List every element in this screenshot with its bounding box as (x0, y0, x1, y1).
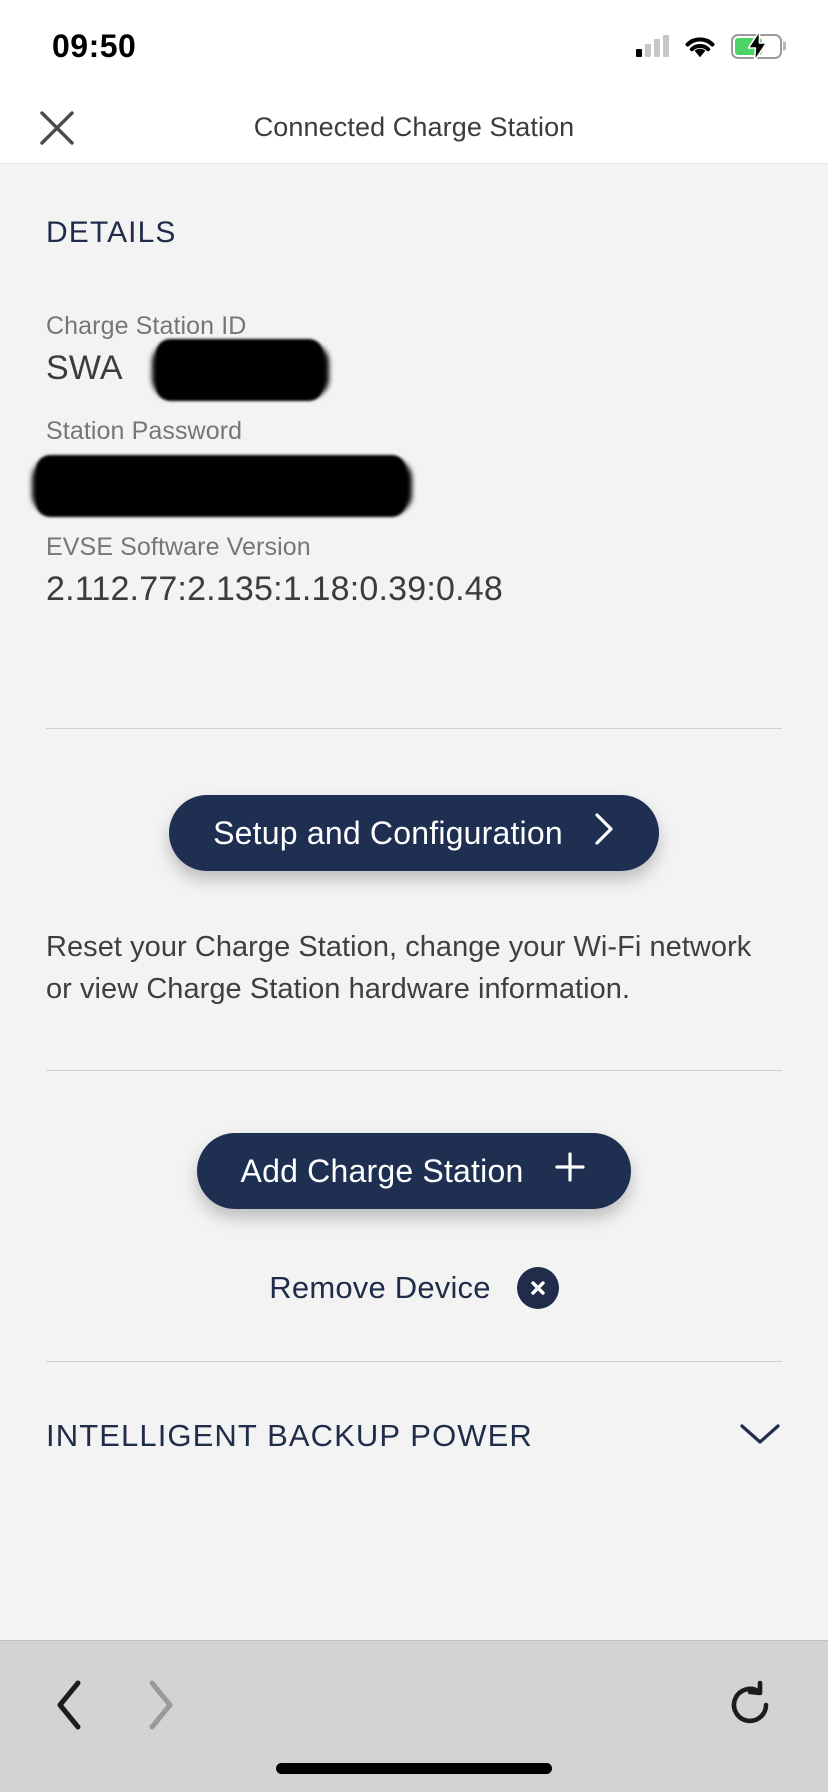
setup-helper-text: Reset your Charge Station, change your W… (46, 931, 752, 1005)
status-bar: 09:50 (0, 0, 828, 92)
status-bar-icons (636, 31, 782, 61)
redaction-block (36, 455, 406, 517)
setup-button-label: Setup and Configuration (213, 814, 563, 851)
add-charge-station-button[interactable]: Add Charge Station (196, 1133, 632, 1210)
circle-x-icon (516, 1267, 559, 1310)
details-section-title: DETAILS (46, 216, 177, 249)
redaction-block (156, 338, 323, 401)
battery-charging-icon (731, 31, 782, 61)
add-charge-station-label: Add Charge Station (240, 1152, 524, 1189)
field-value-container: SWA (46, 338, 323, 401)
browser-navigation-bar (0, 1640, 828, 1792)
main-content: DETAILS Charge Station ID SWA Station Pa… (0, 164, 828, 1640)
chevron-right-icon (593, 812, 615, 854)
field-value-container (36, 453, 782, 525)
remove-device-label: Remove Device (269, 1270, 491, 1306)
field-value: 2.112.77:2.135:1.18:0.39:0.48 (46, 569, 504, 608)
close-icon[interactable] (34, 105, 80, 151)
details-fields: Charge Station ID SWA Station Password E… (36, 310, 782, 610)
page-title: Connected Charge Station (253, 112, 575, 142)
app-header: Connected Charge Station (0, 92, 828, 164)
field-label: Station Password (46, 417, 243, 446)
field-evse-software-version: EVSE Software Version 2.112.77:2.135:1.1… (46, 531, 782, 610)
intelligent-backup-power-section[interactable]: INTELLIGENT BACKUP POWER (46, 1418, 782, 1454)
field-label: Charge Station ID (46, 312, 247, 340)
browser-nav-buttons (52, 1679, 178, 1731)
add-charge-station-row: Add Charge Station (46, 1133, 782, 1210)
browser-back-button[interactable] (52, 1679, 86, 1731)
browser-reload-button[interactable] (724, 1679, 776, 1731)
browser-forward-button[interactable] (144, 1679, 178, 1731)
status-bar-clock: 09:50 (52, 27, 137, 64)
setup-button-row: Setup and Configuration (46, 795, 782, 872)
intelligent-backup-power-title: INTELLIGENT BACKUP POWER (46, 1418, 533, 1454)
field-charge-station-id: Charge Station ID SWA (46, 310, 782, 401)
chevron-down-icon[interactable] (738, 1421, 782, 1452)
cellular-signal-icon (636, 35, 669, 57)
divider (46, 1070, 782, 1072)
remove-device-button[interactable]: Remove Device (46, 1267, 782, 1310)
divider (46, 728, 782, 730)
field-value: SWA (46, 348, 123, 387)
plus-icon (553, 1150, 587, 1192)
field-station-password: Station Password (36, 415, 782, 525)
home-indicator (276, 1763, 552, 1774)
setup-and-configuration-button[interactable]: Setup and Configuration (169, 795, 659, 872)
phone-screen: 09:50 Connected Charge Station DETAILS C… (0, 0, 828, 1792)
divider (46, 1361, 782, 1363)
field-label: EVSE Software Version (46, 533, 311, 561)
wifi-icon (683, 34, 717, 59)
